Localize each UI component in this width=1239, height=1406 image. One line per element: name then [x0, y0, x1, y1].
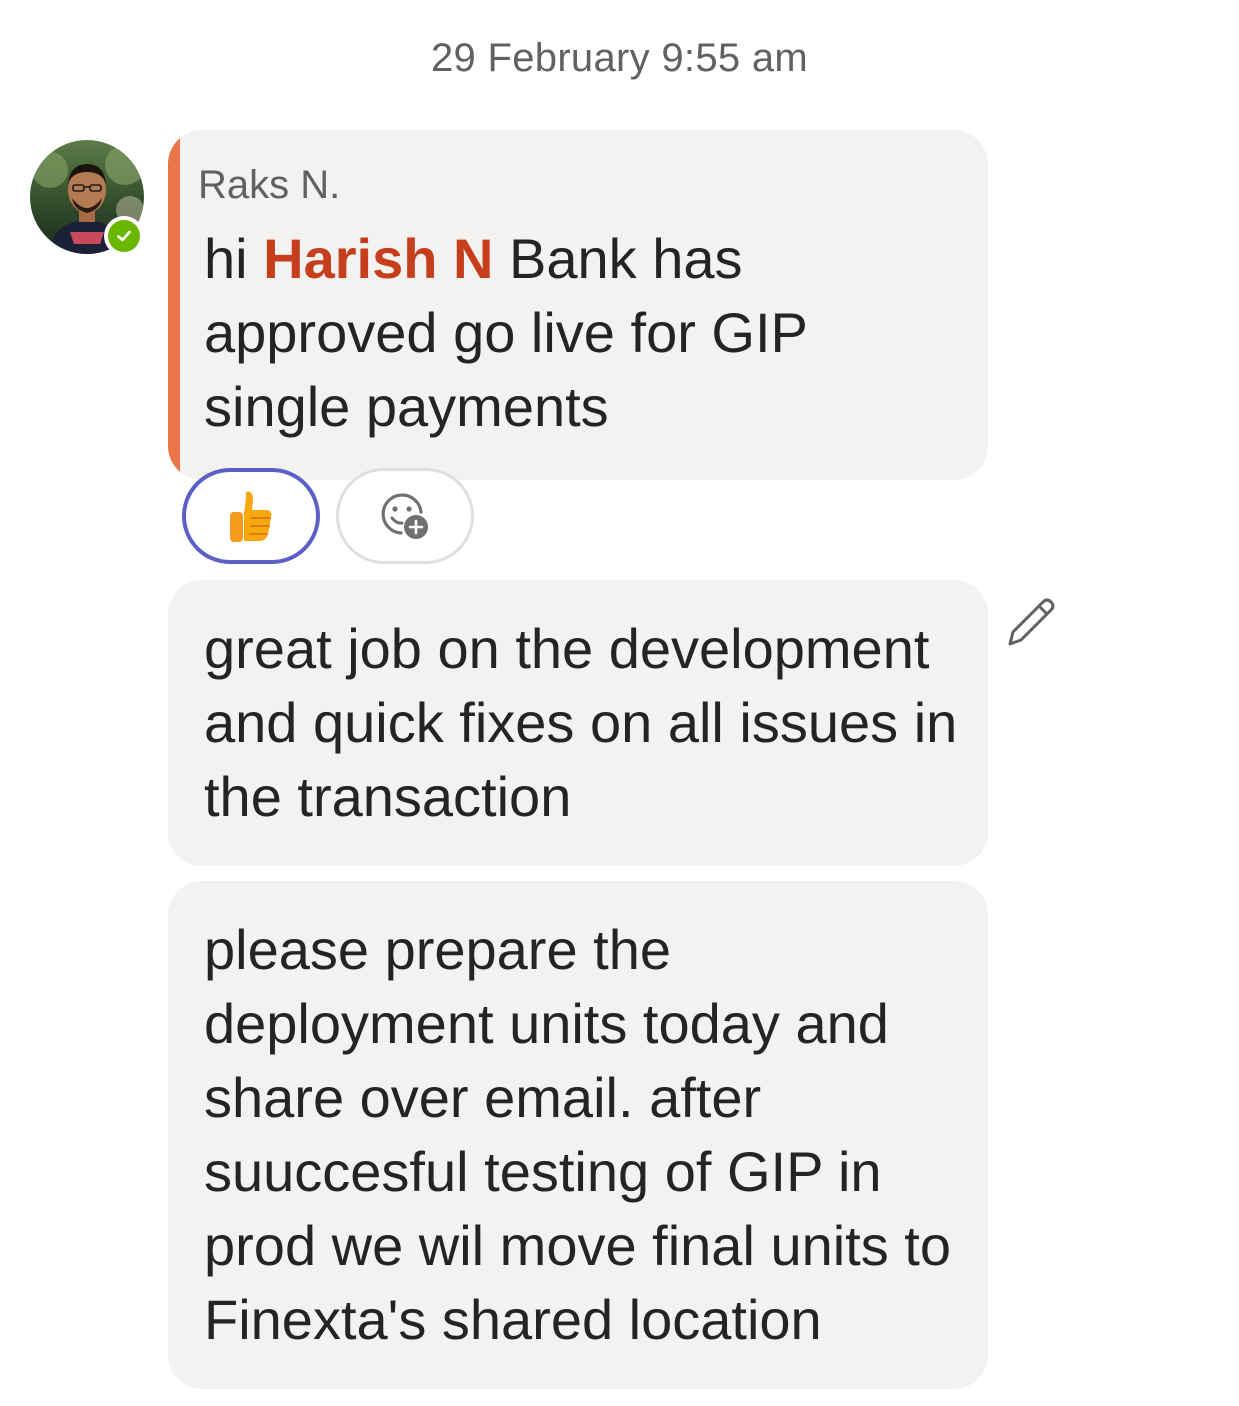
message-prefix: hi	[204, 227, 264, 290]
edited-pencil-icon	[1008, 598, 1055, 646]
sender-name: Raks N.	[198, 163, 341, 207]
message-bubble[interactable]: great job on the development and quick f…	[168, 580, 988, 866]
presence-available-icon	[104, 216, 144, 256]
add-reaction-button[interactable]	[336, 468, 474, 564]
message-text: great job on the development and quick f…	[204, 617, 958, 828]
message-timestamp: 29 February 9:55 am	[430, 36, 808, 80]
chat-view: 29 February 9:55 am Raks N. hi Harish N …	[0, 0, 1239, 1406]
add-reaction-icon	[381, 493, 428, 539]
message-bubble-important[interactable]: Raks N. hi Harish N Bank has approved go…	[168, 130, 988, 480]
thumbs-up-reaction[interactable]	[182, 468, 320, 564]
message-text: please prepare the deployment units toda…	[204, 918, 952, 1351]
checkmark-icon	[117, 230, 131, 242]
thumbs-up-icon	[230, 491, 272, 542]
message-bubble[interactable]: please prepare the deployment units toda…	[168, 881, 988, 1389]
message-text: hi Harish N Bank has approved go live fo…	[204, 222, 948, 444]
mention-harish[interactable]: Harish N	[263, 227, 493, 290]
